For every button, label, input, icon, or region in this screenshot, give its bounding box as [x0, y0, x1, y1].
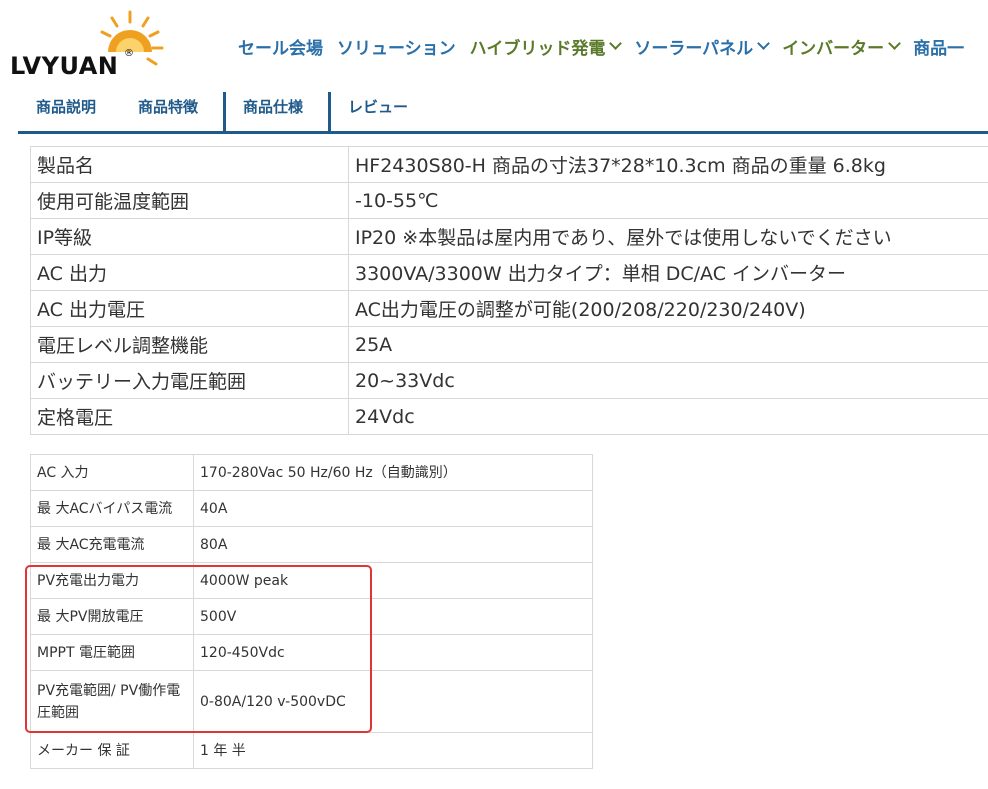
spec-label: PV充電範囲/ PV働作電圧範囲: [30, 670, 194, 733]
spec-value: 120-450Vdc: [193, 634, 593, 671]
tab-divider: [223, 92, 226, 132]
spec-label: バッテリー入力電圧範囲: [30, 362, 349, 399]
product-tabs: 商品説明 商品特徴 商品仕様 レビュー: [18, 92, 988, 134]
spec-label: 製品名: [30, 146, 349, 183]
tab-specifications[interactable]: 商品仕様: [243, 96, 303, 117]
table-row: 定格電圧 24Vdc: [30, 398, 988, 435]
spec-table-main: 製品名 HF2430S80-H 商品の寸法37*28*10.3cm 商品の重量 6…: [30, 146, 988, 435]
spec-value: AC出力電圧の調整が可能(200/208/220/230/240V): [348, 290, 988, 327]
nav-solar-panels[interactable]: ソーラーパネル: [634, 34, 771, 59]
spec-value: 3300VA/3300W 出力タイプ：単相 DC/AC インバーター: [348, 254, 988, 291]
chevron-down-icon: [609, 37, 623, 50]
nav-sale[interactable]: セール会場: [238, 34, 323, 59]
spec-label: 使用可能温度範囲: [30, 182, 349, 219]
spec-value: IP20 ※本製品は屋内用であり、屋外では使用しないでください: [348, 218, 988, 255]
spec-value: 1 年 半: [193, 732, 593, 769]
table-row: 電圧レベル調整機能 25A: [30, 326, 988, 363]
table-row: 最 大AC充電電流 80A: [30, 526, 593, 563]
spec-value: 20~33Vdc: [348, 362, 988, 399]
nav-solutions[interactable]: ソリューション: [337, 34, 456, 59]
table-row: AC 出力 3300VA/3300W 出力タイプ：単相 DC/AC インバーター: [30, 254, 988, 291]
table-row: メーカー 保 証1 年 半: [30, 732, 593, 769]
spec-value: 4000W peak: [193, 562, 593, 599]
tab-features[interactable]: 商品特徴: [138, 96, 198, 117]
nav-label: ハイブリッド発電: [469, 38, 606, 59]
table-row: PV充電範囲/ PV働作電圧範囲 0-80A/120 v-500vDC: [30, 670, 593, 733]
spec-label: 定格電圧: [30, 398, 349, 435]
table-row: PV充電出力電力 4000W peak: [30, 562, 593, 599]
table-row: AC 入力 170-280Vac 50 Hz/60 Hz（自動識別）: [30, 454, 593, 491]
spec-label: メーカー 保 証: [30, 732, 194, 769]
table-row: バッテリー入力電圧範囲 20~33Vdc: [30, 362, 988, 399]
nav-label: ソリューション: [337, 38, 456, 59]
spec-label: 最 大ACバイパス電流: [30, 490, 194, 527]
tab-divider: [328, 92, 331, 132]
brand-name: LVYUAN: [10, 52, 119, 80]
spec-label: AC 出力電圧: [30, 290, 349, 327]
spec-label: 最 大PV開放電圧: [30, 598, 194, 635]
spec-value: 0-80A/120 v-500vDC: [193, 670, 593, 733]
spec-table-sub: AC 入力 170-280Vac 50 Hz/60 Hz（自動識別）最 大ACバイ…: [30, 454, 593, 769]
table-row: 製品名 HF2430S80-H 商品の寸法37*28*10.3cm 商品の重量 6…: [30, 146, 988, 183]
spec-label: IP等級: [30, 218, 349, 255]
tab-description[interactable]: 商品説明: [36, 96, 96, 117]
brand-logo[interactable]: LVYUAN ®: [8, 8, 168, 82]
table-row: AC 出力電圧 AC出力電圧の調整が可能(200/208/220/230/240V…: [30, 290, 988, 327]
nav-label: インバーター: [782, 38, 885, 59]
spec-value: 500V: [193, 598, 593, 635]
site-header: LVYUAN ® セール会場 ソリューション ハイブリッド発電 ソーラーパネル インバー…: [0, 0, 988, 92]
spec-value: 80A: [193, 526, 593, 563]
chevron-down-icon: [888, 37, 902, 50]
nav-inverters[interactable]: インバーター: [782, 34, 902, 59]
nav-label: ソーラーパネル: [634, 38, 754, 59]
table-row: MPPT 電圧範囲 120-450Vdc: [30, 634, 593, 671]
spec-value: HF2430S80-H 商品の寸法37*28*10.3cm 商品の重量 6.8k…: [348, 146, 988, 183]
nav-label: セール会場: [238, 38, 323, 59]
spec-value: 40A: [193, 490, 593, 527]
table-row: IP等級 IP20 ※本製品は屋内用であり、屋外では使用しないでください: [30, 218, 988, 255]
registered-mark: ®: [124, 48, 134, 59]
tab-reviews[interactable]: レビュー: [348, 96, 408, 117]
nav-products[interactable]: 商品一: [913, 34, 965, 59]
spec-value: -10-55℃: [348, 182, 988, 219]
nav-hybrid-power[interactable]: ハイブリッド発電: [469, 34, 623, 59]
spec-label: PV充電出力電力: [30, 562, 194, 599]
spec-value: 25A: [348, 326, 988, 363]
spec-label: AC 入力: [30, 454, 194, 491]
table-row: 使用可能温度範囲 -10-55℃: [30, 182, 988, 219]
table-row: 最 大PV開放電圧 500V: [30, 598, 593, 635]
spec-label: 最 大AC充電電流: [30, 526, 194, 563]
nav-label: 商品一: [913, 38, 965, 59]
spec-label: MPPT 電圧範囲: [30, 634, 194, 671]
chevron-down-icon: [757, 37, 771, 50]
spec-value: 24Vdc: [348, 398, 988, 435]
spec-value: 170-280Vac 50 Hz/60 Hz（自動識別）: [193, 454, 593, 491]
spec-label: 電圧レベル調整機能: [30, 326, 349, 363]
table-row: 最 大ACバイパス電流 40A: [30, 490, 593, 527]
main-nav: セール会場 ソリューション ハイブリッド発電 ソーラーパネル インバーター 商品一: [238, 34, 978, 59]
spec-label: AC 出力: [30, 254, 349, 291]
